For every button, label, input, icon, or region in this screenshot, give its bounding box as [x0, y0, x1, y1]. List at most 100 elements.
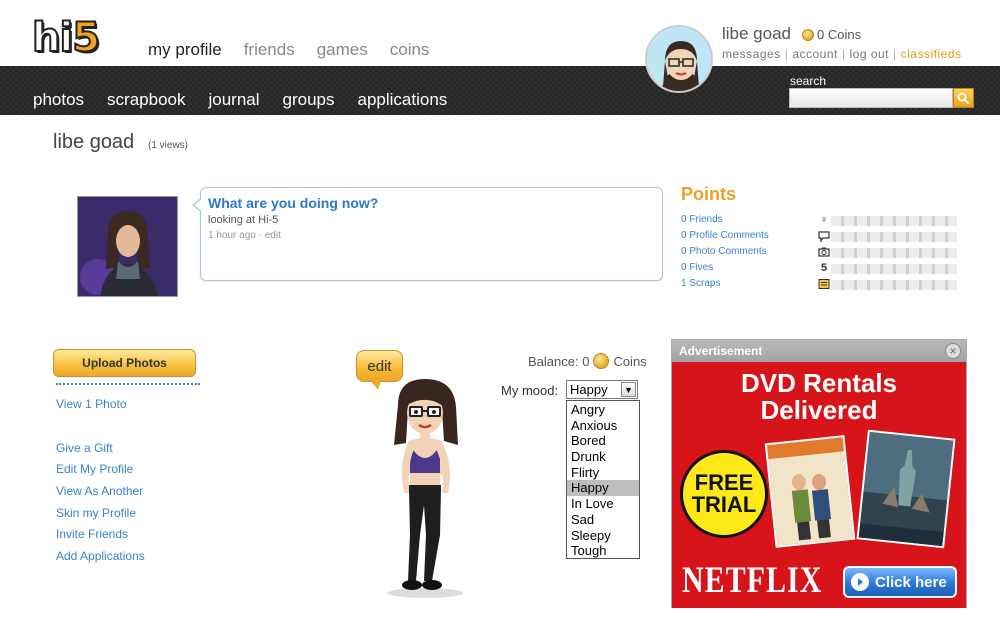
ad-header: Advertisement × — [672, 340, 966, 362]
ad-label: Advertisement — [679, 344, 763, 358]
mood-option-anxious[interactable]: Anxious — [567, 418, 639, 434]
status-box[interactable]: What are you doing now? looking at Hi-5 … — [192, 187, 663, 281]
tab-friends[interactable]: friends — [244, 40, 295, 69]
nav-scrapbook[interactable]: scrapbook — [107, 90, 185, 110]
add-applications-link[interactable]: Add Applications — [56, 549, 145, 563]
person-icon: ♀ — [819, 214, 829, 226]
chevron-down-icon[interactable]: ▼ — [621, 382, 636, 397]
ad-click-here-button[interactable]: Click here — [843, 566, 957, 598]
logout-link[interactable]: log out — [849, 47, 889, 61]
status-edit-link[interactable]: edit — [265, 230, 281, 241]
points-bar — [831, 280, 957, 290]
netflix-logo: NETFLIX — [682, 559, 823, 601]
points-friends-link[interactable]: 0 Friends — [681, 214, 723, 225]
camera-icon — [818, 246, 830, 258]
messages-link[interactable]: messages — [722, 47, 781, 61]
status-text: looking at Hi-5 — [208, 214, 279, 226]
tab-my-profile[interactable]: my profile — [148, 40, 222, 69]
mood-option-tough[interactable]: Tough — [567, 543, 639, 559]
arrow-right-icon — [851, 573, 869, 591]
coin-balance: Balance: 0 Coins — [528, 353, 647, 369]
profile-views: (1 views) — [148, 140, 189, 151]
user-links: messages | account | log out | classifieds — [722, 47, 962, 61]
points-profile-comments-link[interactable]: 0 Profile Comments — [681, 230, 769, 241]
points-row-fives: 0 Fives 5 — [681, 262, 957, 276]
mood-option-happy[interactable]: Happy — [567, 480, 639, 497]
ad-banner[interactable]: DVD Rentals Delivered FREE TRIAL NETFLIX… — [672, 362, 966, 608]
mood-option-drunk[interactable]: Drunk — [567, 449, 639, 465]
classifieds-link[interactable]: classifieds — [901, 47, 962, 61]
mood-select[interactable]: Happy ▼ — [566, 380, 638, 399]
ad-title: DVD Rentals Delivered — [672, 370, 966, 424]
view-photo-link[interactable]: View 1 Photo — [56, 397, 127, 411]
free-trial-line1: FREE — [694, 470, 754, 495]
points-row-friends: 0 Friends ♀ — [681, 214, 957, 228]
user-coins[interactable]: 0 Coins — [802, 27, 861, 42]
free-trial-badge: FREE TRIAL — [680, 450, 768, 538]
full-avatar[interactable] — [370, 375, 480, 600]
profile-name: libe goad — [53, 131, 135, 153]
search-icon — [957, 92, 970, 104]
upload-photos-button[interactable]: Upload Photos — [53, 349, 196, 377]
coins-text: 0 Coins — [817, 27, 862, 42]
mood-option-sleepy[interactable]: Sleepy — [567, 528, 639, 544]
profile-photo[interactable] — [77, 196, 178, 297]
points-fives-link[interactable]: 0 Fives — [681, 262, 713, 273]
nav-groups[interactable]: groups — [283, 90, 335, 110]
nav-photos[interactable]: photos — [33, 90, 84, 110]
points-row-photo-comments: 0 Photo Comments — [681, 246, 957, 260]
ad-title-line1: DVD Rentals — [740, 368, 898, 398]
points-bar — [831, 216, 957, 226]
points-bar — [831, 248, 957, 258]
points-scraps-link[interactable]: 1 Scraps — [681, 278, 720, 289]
search-button[interactable] — [953, 88, 974, 108]
tab-games[interactable]: games — [317, 40, 368, 69]
hi5-logo[interactable]: hi 5 — [31, 14, 101, 62]
balance-unit: Coins — [613, 353, 647, 369]
mood-option-bored[interactable]: Bored — [567, 433, 639, 449]
points-row-profile-comments: 0 Profile Comments — [681, 230, 957, 244]
skin-profile-link[interactable]: Skin my Profile — [56, 506, 136, 520]
account-link[interactable]: account — [792, 47, 838, 61]
status-time: 1 hour ago — [208, 230, 256, 241]
movie-poster-image — [856, 429, 956, 549]
close-icon[interactable]: × — [945, 343, 961, 359]
mood-option-sad[interactable]: Sad — [567, 512, 639, 528]
speech-bubble-icon — [818, 230, 830, 243]
sidebar-divider — [56, 383, 200, 385]
five-icon: 5 — [820, 262, 828, 274]
mood-option-in-love[interactable]: In Love — [567, 496, 639, 512]
edit-profile-link[interactable]: Edit My Profile — [56, 462, 133, 476]
points-title: Points — [681, 184, 737, 204]
points-bar — [831, 264, 957, 274]
main-navbar: photos scrapbook journal groups applicat… — [0, 66, 1000, 115]
ad-title-line2: Delivered — [760, 395, 878, 425]
mood-dropdown-list: Angry Anxious Bored Drunk Flirty Happy I… — [566, 400, 640, 559]
give-gift-link[interactable]: Give a Gift — [56, 441, 113, 455]
free-trial-line2: TRIAL — [691, 492, 757, 517]
coin-icon — [593, 353, 610, 369]
tab-coins[interactable]: coins — [390, 40, 430, 69]
coin-icon — [802, 28, 814, 41]
status-meta: 1 hour ago · edit — [208, 230, 281, 241]
points-photo-comments-link[interactable]: 0 Photo Comments — [681, 246, 767, 257]
user-avatar[interactable] — [645, 25, 713, 93]
balance-prefix: Balance: 0 — [528, 353, 590, 369]
points-bar — [831, 232, 957, 242]
nav-journal[interactable]: journal — [208, 90, 259, 110]
mood-option-angry[interactable]: Angry — [567, 402, 639, 418]
status-separator: · — [258, 230, 262, 241]
user-name[interactable]: libe goad — [722, 24, 791, 44]
advertisement[interactable]: Advertisement × DVD Rentals Delivered FR… — [671, 339, 967, 608]
logo-hi: hi — [31, 15, 74, 61]
mood-label: My mood: — [501, 383, 559, 398]
view-as-another-link[interactable]: View As Another — [56, 484, 143, 498]
nav-applications[interactable]: applications — [358, 90, 448, 110]
movie-poster-image — [764, 435, 856, 548]
invite-friends-link[interactable]: Invite Friends — [56, 527, 128, 541]
status-question[interactable]: What are you doing now? — [208, 195, 378, 211]
ad-cta-label: Click here — [875, 573, 947, 591]
points-row-scraps: 1 Scraps — [681, 278, 957, 292]
search-input[interactable] — [789, 88, 953, 108]
mood-option-flirty[interactable]: Flirty — [567, 465, 639, 481]
